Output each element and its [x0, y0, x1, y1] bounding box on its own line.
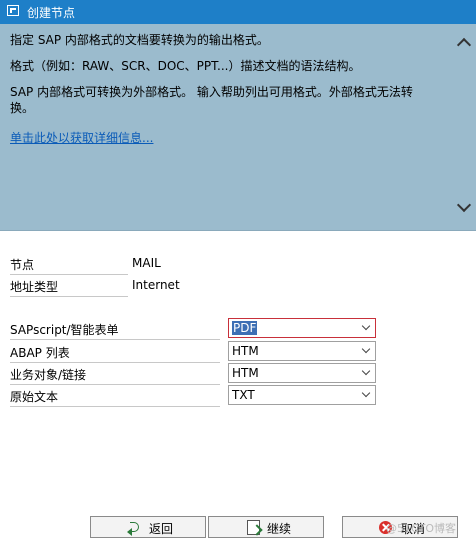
format-row-sapscript: SAPscript/智能表单 PDF	[10, 318, 376, 340]
details-link[interactable]: 单击此处以获取详细信息...	[10, 131, 153, 145]
format-row-business-object: 业务对象/链接 HTM	[10, 363, 376, 385]
format-label: SAPscript/智能表单	[10, 321, 220, 340]
title-bar: 创建节点	[0, 0, 476, 24]
format-select-sapscript[interactable]: PDF	[228, 318, 376, 338]
format-label: ABAP 列表	[10, 344, 220, 363]
back-button[interactable]: 返回	[90, 516, 206, 538]
watermark: @51CTO博客	[386, 522, 457, 535]
format-row-raw-text: 原始文本 TXT	[10, 385, 376, 407]
back-button-label: 返回	[149, 522, 174, 536]
info-paragraph: SAP 内部格式可转换为外部格式。 输入帮助列出可用格式。外部格式无法转换。	[10, 85, 413, 115]
select-value: PDF	[232, 321, 258, 335]
format-label: 原始文本	[10, 388, 220, 407]
node-label: 节点	[10, 256, 128, 275]
scroll-down-icon[interactable]	[456, 197, 472, 213]
continue-button-label: 继续	[267, 522, 292, 536]
format-select-business-object[interactable]: HTM	[228, 363, 376, 383]
info-paragraph: 格式（例如：RAW、SCR、DOC、PPT...）描述文档的语法结构。	[10, 59, 361, 73]
window-icon	[7, 5, 19, 16]
select-value: HTM	[232, 366, 259, 380]
chevron-down-icon[interactable]	[361, 321, 371, 331]
info-panel: 指定 SAP 内部格式的文档要转换为的输出格式。 格式（例如：RAW、SCR、D…	[0, 24, 476, 231]
format-row-abap-list: ABAP 列表 HTM	[10, 341, 376, 363]
address-type-row: 地址类型 Internet	[10, 276, 410, 297]
continue-button[interactable]: 继续	[208, 516, 324, 538]
window-title: 创建节点	[27, 6, 76, 20]
continue-check-icon	[247, 520, 260, 535]
format-select-abap-list[interactable]: HTM	[228, 341, 376, 361]
info-text: 指定 SAP 内部格式的文档要转换为的输出格式。 格式（例如：RAW、SCR、D…	[10, 32, 430, 146]
format-select-raw-text[interactable]: TXT	[228, 385, 376, 405]
node-value: MAIL	[132, 256, 161, 270]
address-type-value: Internet	[132, 278, 180, 292]
select-value: TXT	[232, 388, 255, 402]
select-value: HTM	[232, 344, 259, 358]
back-arrow-icon	[127, 521, 141, 536]
chevron-down-icon[interactable]	[361, 366, 371, 376]
chevron-down-icon[interactable]	[361, 388, 371, 398]
info-scrollbar[interactable]	[454, 24, 476, 230]
chevron-down-icon[interactable]	[361, 344, 371, 354]
format-label: 业务对象/链接	[10, 366, 220, 385]
address-type-label: 地址类型	[10, 278, 128, 297]
scroll-up-icon[interactable]	[456, 37, 472, 53]
node-row: 节点 MAIL	[10, 254, 410, 275]
info-paragraph: 指定 SAP 内部格式的文档要转换为的输出格式。	[10, 33, 269, 47]
